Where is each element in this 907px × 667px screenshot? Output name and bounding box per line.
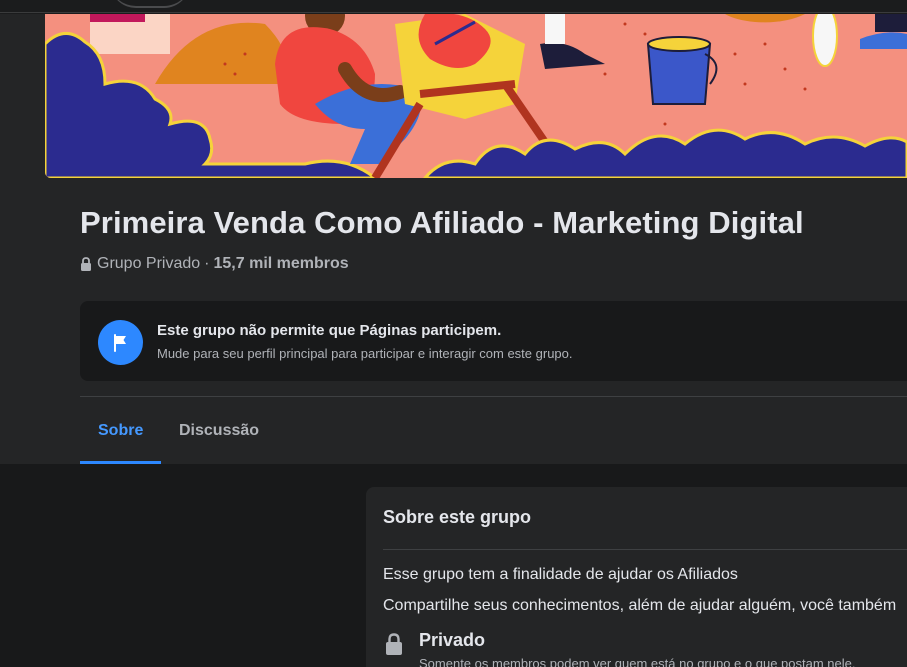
notice-title: Este grupo não permite que Páginas parti…: [157, 322, 502, 339]
group-title[interactable]: Primeira Venda Como Afiliado - Marketing…: [80, 205, 804, 241]
active-tab-indicator: [80, 461, 161, 464]
cover-illustration: [45, 14, 907, 178]
about-heading: Sobre este grupo: [383, 507, 532, 527]
about-description-line2: Compartilhe seus conhecimentos, além de …: [383, 597, 897, 614]
lock-icon: [385, 633, 403, 660]
notice-subtitle: Mude para seu perfil principal para part…: [157, 346, 573, 361]
header-divider: [80, 396, 907, 397]
lock-icon: [80, 257, 92, 271]
tab-discussao[interactable]: Discussão: [179, 422, 259, 440]
top-strip-line: [0, 12, 907, 13]
browser-top-strip: [0, 0, 907, 14]
tab-sobre[interactable]: Sobre: [98, 422, 143, 440]
group-privacy: Grupo Privado: [97, 255, 201, 272]
cover-photo[interactable]: [45, 14, 907, 178]
about-divider: [383, 549, 907, 550]
meta-separator: ·: [204, 255, 210, 272]
flag-icon: [98, 320, 143, 365]
about-description-line1: Esse grupo tem a finalidade de ajudar os…: [383, 566, 738, 583]
about-card: Sobre este grupo Esse grupo tem a finali…: [366, 487, 907, 667]
privacy-title: Privado: [419, 630, 486, 650]
privacy-description: Somente os membros podem ver quem está n…: [419, 656, 856, 667]
pages-notice: Este grupo não permite que Páginas parti…: [80, 301, 907, 381]
member-count[interactable]: 15,7 mil membros: [214, 255, 349, 273]
group-page: Primeira Venda Como Afiliado - Marketing…: [0, 0, 907, 667]
group-meta: Grupo Privado · 15,7 mil membros: [80, 255, 349, 273]
top-strip-arc: [110, 0, 190, 8]
